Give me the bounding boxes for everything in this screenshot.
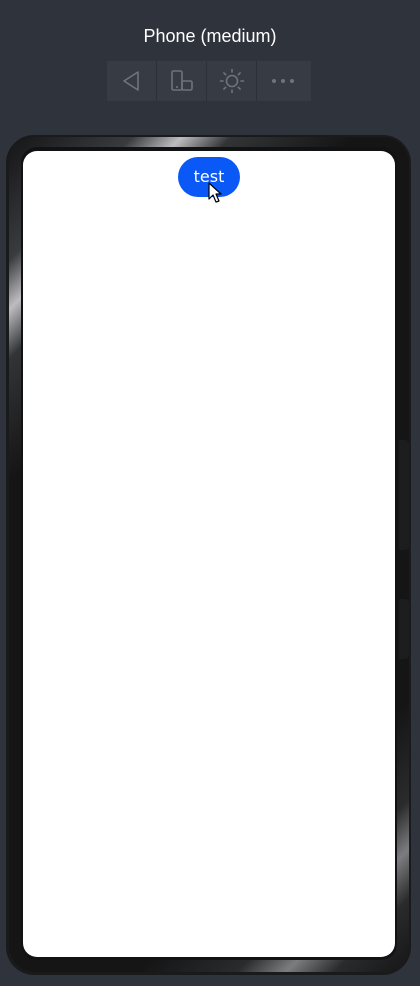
more-dots-icon [271, 79, 294, 83]
preview-toolbar [107, 61, 311, 101]
rotate-device-icon [170, 70, 193, 91]
phone-screen: test [23, 151, 395, 957]
more-button[interactable] [257, 61, 308, 101]
volume-side-button [399, 440, 409, 550]
mouse-pointer-icon [208, 182, 222, 203]
theme-button[interactable] [207, 61, 257, 101]
power-side-button [399, 599, 409, 659]
sun-icon [219, 68, 244, 94]
back-triangle-icon [122, 71, 139, 91]
rotate-device-button[interactable] [157, 61, 207, 101]
device-title: Phone (medium) [143, 26, 277, 46]
back-button[interactable] [107, 61, 157, 101]
